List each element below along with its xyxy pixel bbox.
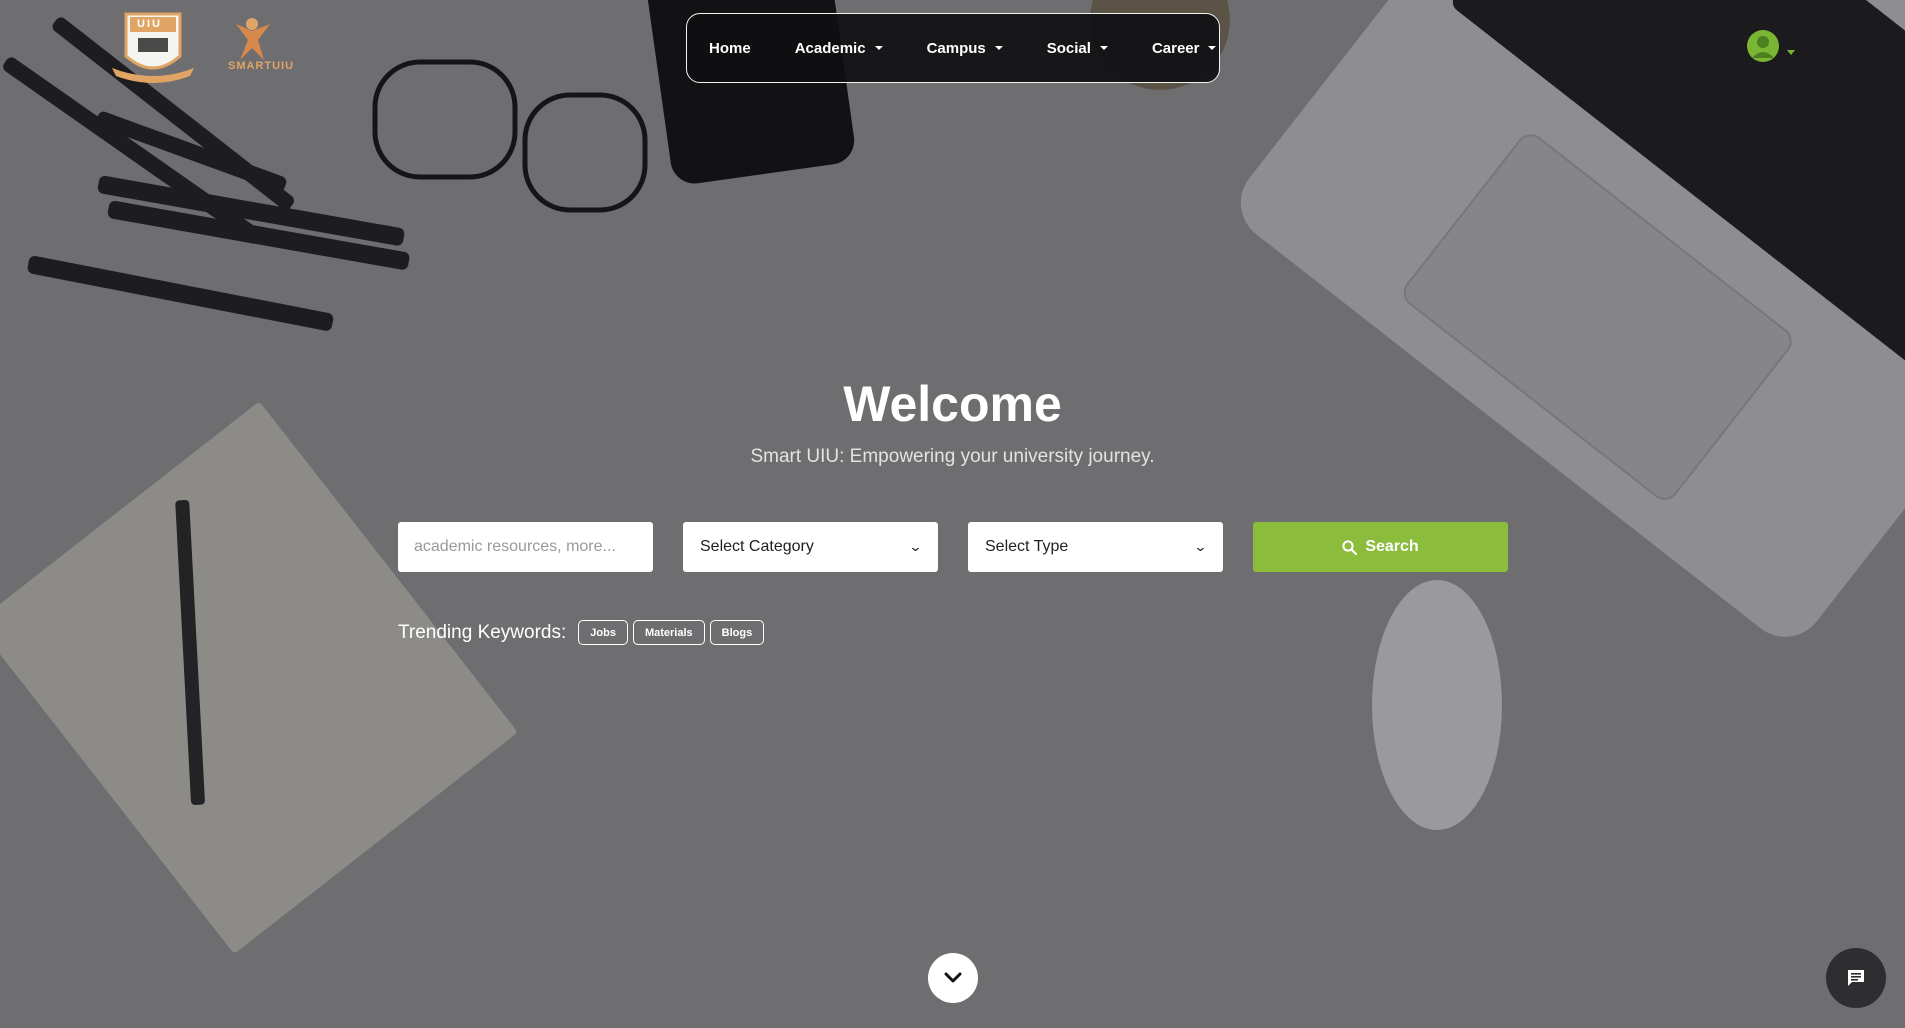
caret-down-icon <box>1099 46 1108 50</box>
smart-uiu-logo-text: SMARTUIU <box>228 60 295 72</box>
main-navbar: Home Academic Campus Social Career <box>686 13 1220 83</box>
caret-down-icon <box>994 46 1003 50</box>
keyword-chip-materials[interactable]: Materials <box>632 620 705 645</box>
nav-campus[interactable]: Campus <box>927 40 1003 57</box>
trending-label: Trending Keywords: <box>398 621 567 643</box>
scroll-down-button[interactable] <box>928 953 978 1003</box>
nav-social[interactable]: Social <box>1047 40 1108 57</box>
nav-campus-label: Campus <box>926 39 986 57</box>
user-menu-caret-icon[interactable] <box>1787 50 1795 55</box>
type-select[interactable]: Select Type ⌄ <box>968 522 1223 572</box>
user-avatar[interactable] <box>1747 30 1779 62</box>
caret-down-icon <box>1208 46 1217 50</box>
user-icon <box>1752 36 1774 58</box>
keyword-chip-jobs[interactable]: Jobs <box>578 620 628 645</box>
search-icon <box>1342 539 1358 555</box>
nav-social-label: Social <box>1046 39 1091 57</box>
chevron-down-icon <box>944 972 962 983</box>
nav-home[interactable]: Home <box>709 40 751 57</box>
search-button-label: Search <box>1365 538 1419 555</box>
chevron-down-icon: ⌄ <box>908 539 923 554</box>
uiu-logo-text: UIU <box>137 18 162 30</box>
nav-career[interactable]: Career <box>1152 40 1217 57</box>
hero-title: Welcome <box>843 376 1062 432</box>
trending-keywords: Trending Keywords: Jobs Materials Blogs <box>398 620 769 645</box>
background-desk-image <box>0 0 1905 1028</box>
type-select-label: Select Type <box>985 538 1069 555</box>
nav-academic-label: Academic <box>794 39 866 57</box>
nav-career-label: Career <box>1151 39 1200 57</box>
hero-subtitle: Smart UIU: Empowering your university jo… <box>750 446 1155 467</box>
nav-home-label: Home <box>709 39 751 57</box>
uiu-logo[interactable]: UIU <box>108 10 198 85</box>
caret-down-icon <box>874 46 883 50</box>
chat-icon <box>1848 970 1864 986</box>
chat-button[interactable] <box>1826 948 1886 1008</box>
search-input[interactable] <box>398 522 653 572</box>
chevron-down-icon: ⌄ <box>1193 539 1208 554</box>
category-select-label: Select Category <box>700 538 814 555</box>
search-button[interactable]: Search <box>1253 522 1508 572</box>
keyword-chip-blogs[interactable]: Blogs <box>709 620 765 645</box>
category-select[interactable]: Select Category ⌄ <box>683 522 938 572</box>
nav-academic[interactable]: Academic <box>795 40 883 57</box>
